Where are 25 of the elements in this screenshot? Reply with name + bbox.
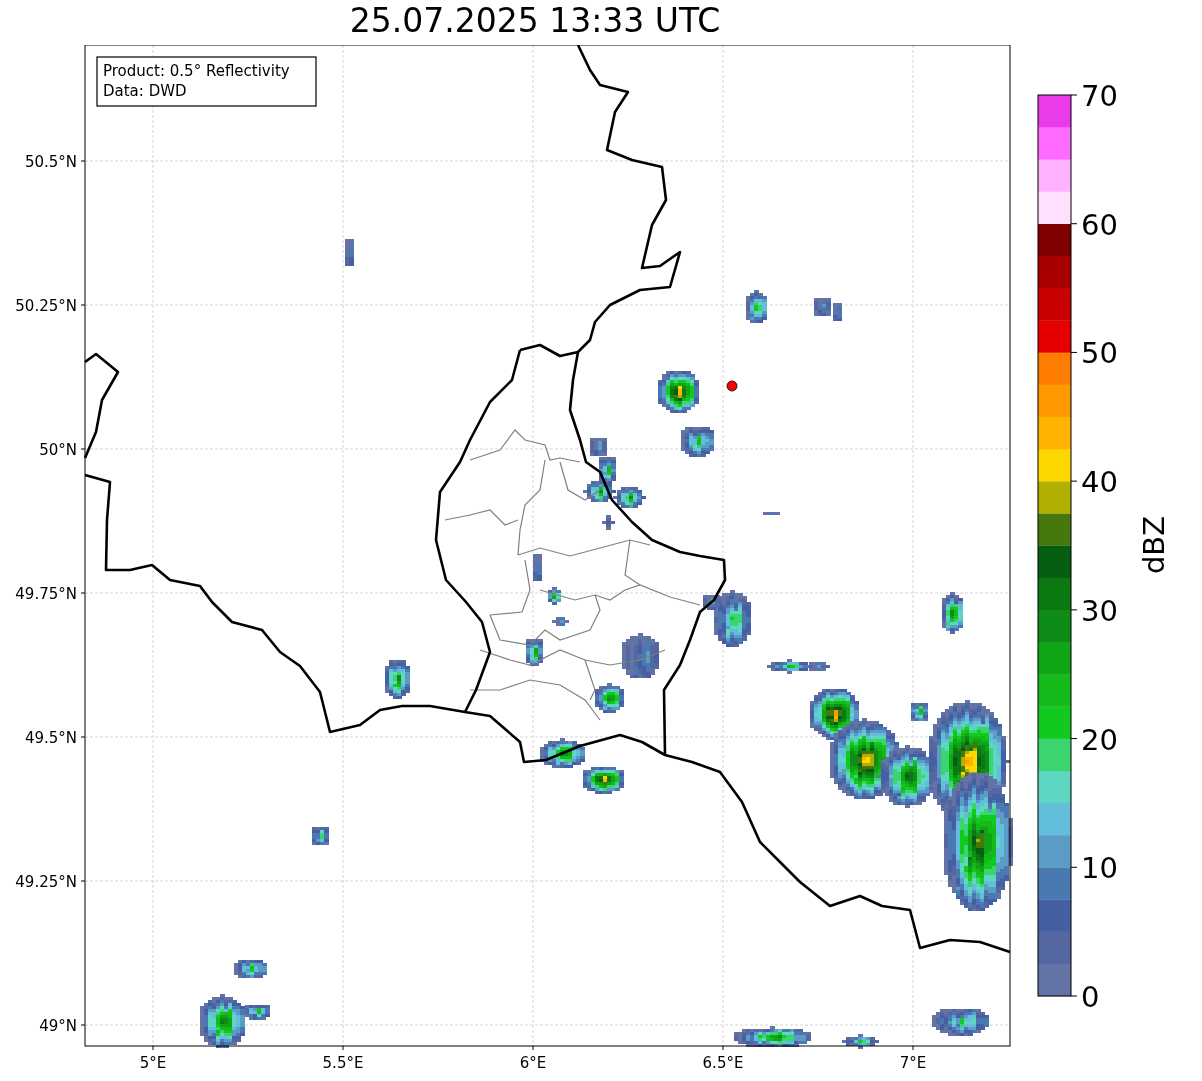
colorbar-tick-label: 40	[1081, 465, 1118, 500]
x-tick-label: 5°E	[139, 1054, 167, 1072]
x-tick-label: 7°E	[899, 1054, 927, 1072]
y-tick-label: 49.75°N	[15, 585, 77, 603]
colorbar-label: dBZ	[1137, 515, 1171, 575]
legend-text: Data: DWD	[103, 82, 187, 100]
colorbar-tick-label: 30	[1081, 593, 1118, 628]
colorbar-tick-label: 20	[1081, 722, 1118, 757]
x-tick-label: 6°E	[519, 1054, 547, 1072]
y-tick-label: 50.25°N	[15, 297, 77, 315]
colorbar-tick-label: 0	[1081, 980, 1100, 1010]
colorbar-tick-label: 70	[1081, 80, 1118, 113]
chart-title: 25.07.2025 13:33 UTC	[349, 0, 721, 42]
y-tick-label: 50°N	[39, 441, 77, 459]
radar-site-marker	[726, 380, 738, 392]
colorbar-tick-label: 10	[1081, 851, 1118, 886]
y-tick-label: 50.5°N	[24, 153, 77, 171]
x-tick-label: 5.5°E	[322, 1054, 364, 1072]
legend-text: Product: 0.5° Reflectivity	[103, 62, 290, 80]
x-tick-label: 6.5°E	[702, 1054, 744, 1072]
y-tick-label: 49.5°N	[24, 729, 77, 747]
y-tick-label: 49°N	[39, 1017, 77, 1035]
y-tick-label: 49.25°N	[15, 873, 77, 891]
colorbar-tick-label: 50	[1081, 336, 1118, 371]
colorbar-tick-label: 60	[1081, 207, 1118, 242]
